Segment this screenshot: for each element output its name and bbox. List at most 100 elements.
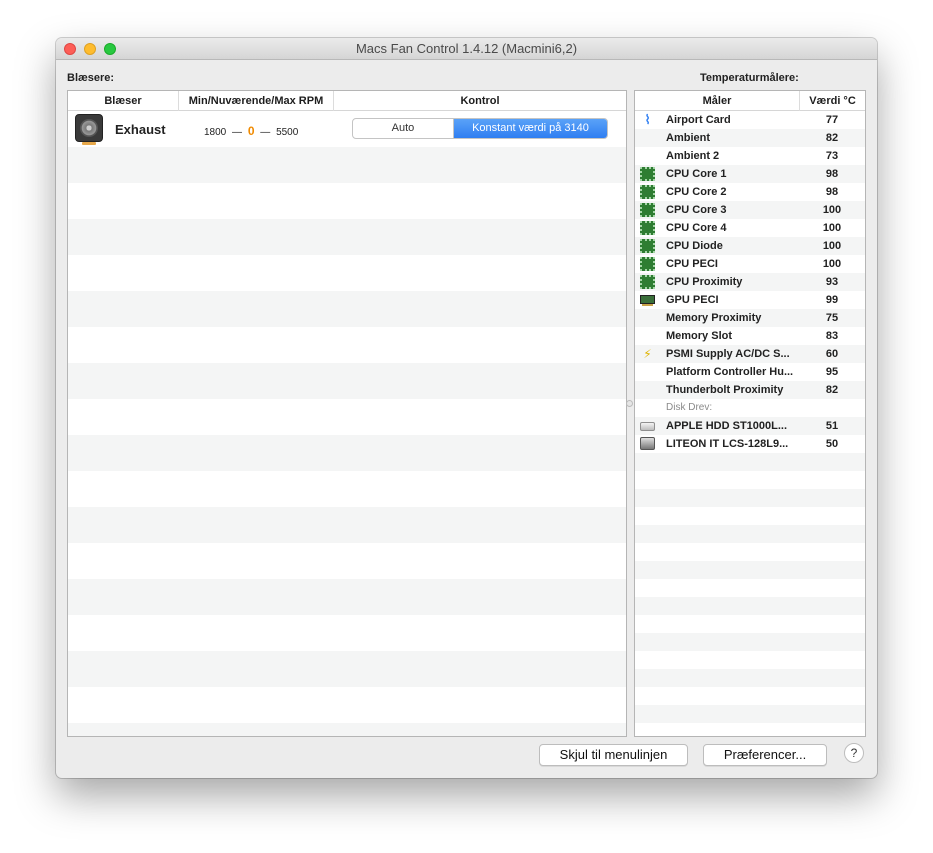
sensor-value: 99 — [825, 294, 839, 306]
fans-table-header: Blæser Min/Nuværende/Max RPM Kontrol — [68, 91, 626, 111]
sensor-name: APPLE HDD ST1000L... — [666, 420, 788, 432]
app-window: Macs Fan Control 1.4.12 (Macmini6,2) Blæ… — [56, 38, 877, 778]
fan-rpm-readout: 1800 — 0 — 5500 — [204, 124, 298, 138]
sensor-name: CPU Core 4 — [666, 222, 727, 234]
sensor-row[interactable]: CPU Proximity 93 — [635, 273, 865, 291]
sensor-name: CPU Core 2 — [666, 186, 727, 198]
chip-icon — [640, 275, 655, 289]
column-header-control[interactable]: Kontrol — [334, 91, 626, 111]
help-button[interactable]: ? — [844, 743, 864, 763]
sensor-value: 51 — [825, 420, 839, 432]
sensor-name: GPU PECI — [666, 294, 719, 306]
rpm-separator: — — [260, 127, 271, 138]
fan-control-auto-button[interactable]: Auto — [353, 119, 454, 138]
chip-icon — [640, 185, 655, 199]
sensor-value: 100 — [822, 204, 842, 216]
sensor-value: 73 — [825, 150, 839, 162]
sensor-value: 100 — [822, 240, 842, 252]
disk-group-label: Disk Drev: — [666, 402, 713, 413]
sensor-row[interactable]: ⚡ PSMI Supply AC/DC S... 60 — [635, 345, 865, 363]
hdd-icon — [640, 422, 655, 431]
sensor-value: 75 — [825, 312, 839, 324]
sensor-row[interactable]: APPLE HDD ST1000L... 51 — [635, 417, 865, 435]
sensor-row[interactable]: CPU Core 3 100 — [635, 201, 865, 219]
sensor-row[interactable]: CPU Core 4 100 — [635, 219, 865, 237]
sensor-name: Ambient 2 — [666, 150, 720, 162]
sensor-name: CPU Proximity — [666, 276, 743, 288]
fans-table: Blæser Min/Nuværende/Max RPM Kontrol Exh… — [67, 90, 627, 737]
fan-icon — [75, 114, 103, 145]
preferences-button[interactable]: Præferencer... — [703, 744, 827, 766]
sensors-section-label: Temperaturmålere: — [700, 72, 799, 84]
rpm-separator: — — [232, 127, 243, 138]
sensor-name: CPU Core 3 — [666, 204, 727, 216]
sensor-value: 50 — [825, 438, 839, 450]
fans-table-background — [68, 111, 626, 736]
sensor-name: Airport Card — [666, 114, 731, 126]
sensor-value: 83 — [825, 330, 839, 342]
fan-rpm-max: 5500 — [276, 127, 299, 138]
sensor-value: 82 — [825, 132, 839, 144]
sensor-row[interactable]: CPU Diode 100 — [635, 237, 865, 255]
sensor-row[interactable]: Ambient 2 73 — [635, 147, 865, 165]
sensor-row[interactable]: GPU PECI 99 — [635, 291, 865, 309]
sensor-value: 95 — [825, 366, 839, 378]
sensors-table: Måler Værdi °C ⌇ Airport Card 77 Ambient 82 A… — [634, 90, 866, 737]
sensor-value: 60 — [825, 348, 839, 360]
sensor-row[interactable]: CPU Core 1 98 — [635, 165, 865, 183]
sensor-name: Ambient — [666, 132, 710, 144]
column-header-fan[interactable]: Blæser — [68, 91, 179, 111]
sensor-value: 93 — [825, 276, 839, 288]
sensor-name: Thunderbolt Proximity — [666, 384, 784, 396]
fan-name: Exhaust — [115, 122, 166, 137]
close-window-button[interactable] — [64, 43, 76, 55]
sensor-name: Memory Slot — [666, 330, 733, 342]
minimize-window-button[interactable] — [84, 43, 96, 55]
sensor-name: Platform Controller Hu... — [666, 366, 794, 378]
hide-to-menubar-button[interactable]: Skjul til menulinjen — [539, 744, 688, 766]
sensor-value: 98 — [825, 168, 839, 180]
title-bar[interactable]: Macs Fan Control 1.4.12 (Macmini6,2) — [56, 38, 877, 60]
fan-rpm-current: 0 — [247, 124, 255, 138]
chip-icon — [640, 239, 655, 253]
bolt-icon: ⚡ — [643, 347, 652, 361]
fan-control-constant-button[interactable]: Konstant værdi på 3140 — [454, 119, 607, 138]
wifi-icon: ⌇ — [644, 112, 651, 127]
sensor-value: 82 — [825, 384, 839, 396]
fans-section-label: Blæsere: — [67, 72, 115, 84]
sensor-value: 98 — [825, 186, 839, 198]
sensor-row[interactable]: Memory Slot 83 — [635, 327, 865, 345]
sensor-name: Memory Proximity — [666, 312, 762, 324]
fan-control-segmented: Auto Konstant værdi på 3140 — [352, 118, 608, 139]
fan-rpm-min: 1800 — [204, 127, 227, 138]
chip-icon — [640, 203, 655, 217]
sensor-row[interactable]: CPU PECI 100 — [635, 255, 865, 273]
ssd-icon — [640, 437, 655, 450]
column-header-sensor[interactable]: Måler — [635, 91, 800, 111]
disk-group-header: Disk Drev: — [635, 399, 865, 417]
sensor-name: CPU PECI — [666, 258, 718, 270]
sensor-row[interactable]: Thunderbolt Proximity 82 — [635, 381, 865, 399]
split-view-divider-handle[interactable] — [626, 400, 633, 407]
sensor-row[interactable]: Ambient 82 — [635, 129, 865, 147]
sensor-name: PSMI Supply AC/DC S... — [666, 348, 790, 360]
chip-icon — [640, 167, 655, 181]
sensor-value: 100 — [822, 222, 842, 234]
sensor-row[interactable]: CPU Core 2 98 — [635, 183, 865, 201]
sensor-row[interactable]: Memory Proximity 75 — [635, 309, 865, 327]
window-title: Macs Fan Control 1.4.12 (Macmini6,2) — [355, 41, 578, 56]
sensor-row[interactable]: Platform Controller Hu... 95 — [635, 363, 865, 381]
column-header-value[interactable]: Værdi °C — [800, 91, 865, 111]
sensors-table-header: Måler Værdi °C — [635, 91, 865, 111]
column-header-rpm[interactable]: Min/Nuværende/Max RPM — [179, 91, 334, 111]
chip-icon — [640, 257, 655, 271]
fan-row-exhaust[interactable]: Exhaust 1800 — 0 — 5500 Auto Konstant væ… — [68, 111, 626, 147]
sensor-name: CPU Diode — [666, 240, 723, 252]
sensor-row[interactable]: LITEON IT LCS-128L9... 50 — [635, 435, 865, 453]
sensor-value: 77 — [825, 114, 839, 126]
gpu-icon — [640, 295, 655, 306]
sensor-row[interactable]: ⌇ Airport Card 77 — [635, 111, 865, 129]
chip-icon — [640, 221, 655, 235]
zoom-window-button[interactable] — [104, 43, 116, 55]
sensor-name: CPU Core 1 — [666, 168, 727, 180]
